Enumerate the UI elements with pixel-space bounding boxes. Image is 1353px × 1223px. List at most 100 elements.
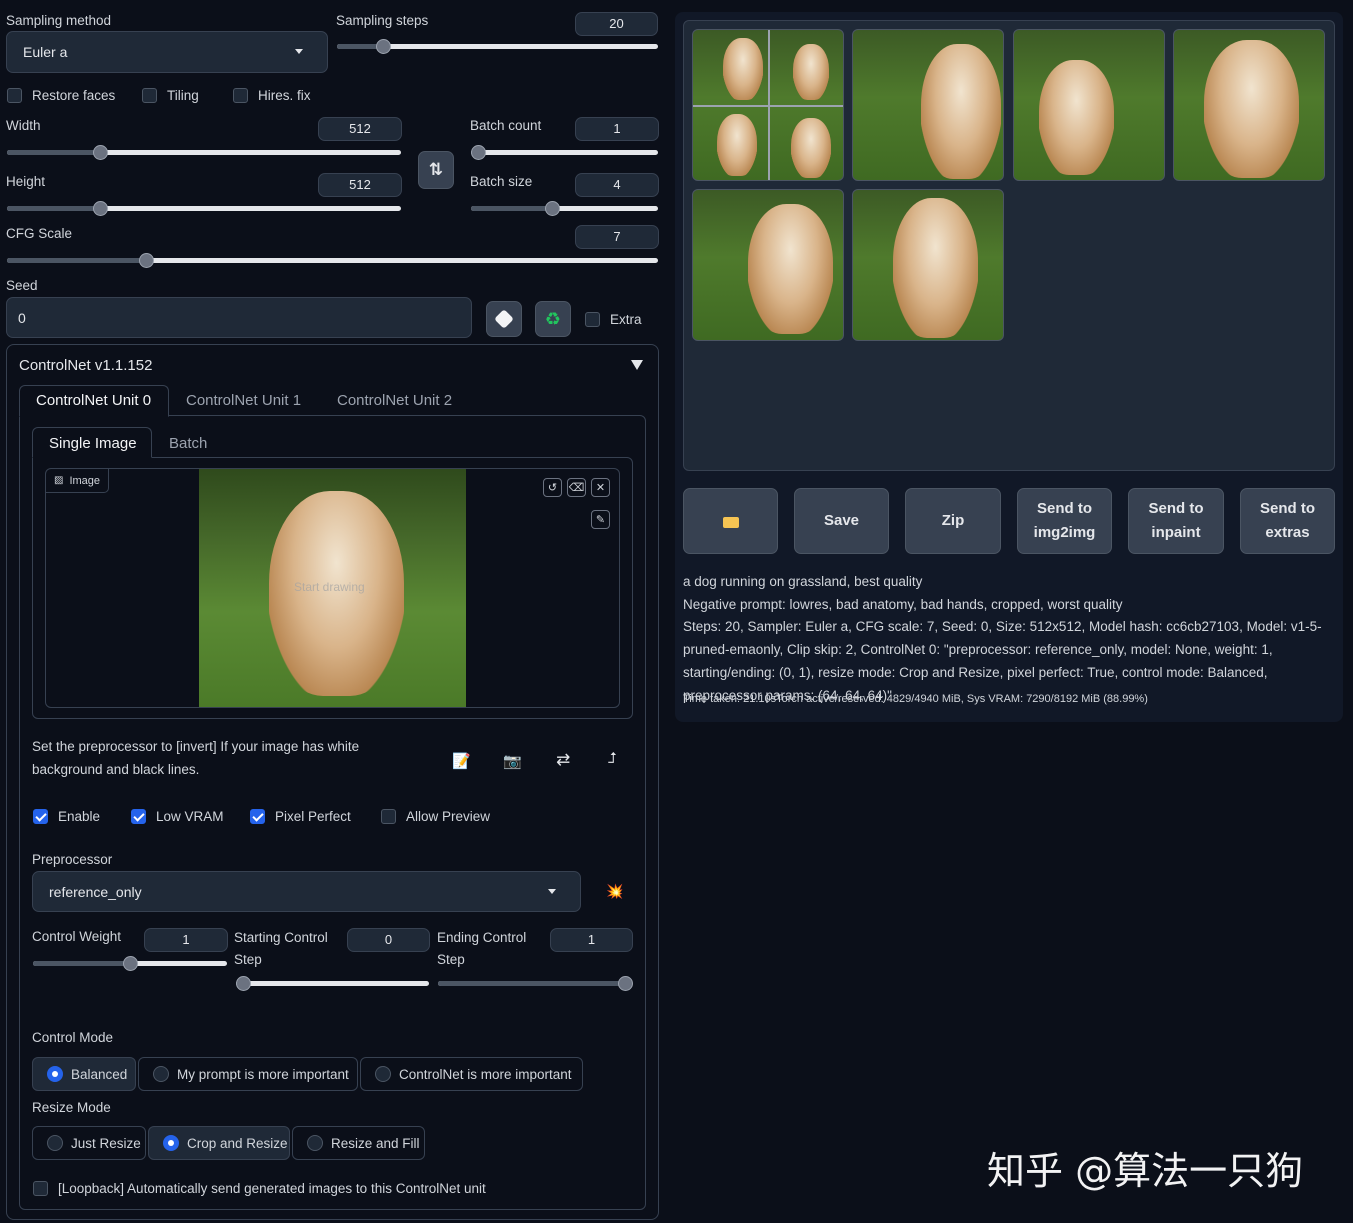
height-input[interactable]: 512 bbox=[318, 173, 402, 197]
control-weight-slider[interactable] bbox=[33, 956, 227, 971]
cfg-scale-input[interactable]: 7 bbox=[575, 225, 659, 249]
zip-button[interactable]: Zip bbox=[905, 488, 1001, 554]
batch-size-input[interactable]: 4 bbox=[575, 173, 659, 197]
restore-faces-checkbox[interactable]: Restore faces bbox=[7, 88, 115, 103]
open-folder-button[interactable] bbox=[683, 488, 778, 554]
close-icon[interactable]: ✕ bbox=[591, 478, 610, 497]
explosion-icon[interactable]: 💥 bbox=[606, 883, 623, 900]
generation-prompt: a dog running on grassland, best quality bbox=[683, 574, 923, 589]
low-vram-checkbox[interactable]: Low VRAM bbox=[131, 809, 224, 824]
width-input[interactable]: 512 bbox=[318, 117, 402, 141]
collapse-triangle-icon[interactable] bbox=[631, 360, 643, 370]
ending-control-step-label: Ending Control Step bbox=[437, 930, 527, 967]
swap-dimensions-button[interactable]: ⇅ bbox=[418, 151, 454, 189]
width-slider[interactable] bbox=[7, 145, 401, 160]
extra-label: Extra bbox=[610, 312, 642, 327]
slider-thumb[interactable] bbox=[123, 956, 138, 971]
gallery-thumbnail-1[interactable] bbox=[852, 29, 1004, 181]
allow-preview-checkbox[interactable]: Allow Preview bbox=[381, 809, 490, 824]
resize-mode-just-resize[interactable]: Just Resize bbox=[32, 1126, 146, 1160]
sampling-method-label: Sampling method bbox=[6, 13, 112, 28]
slider-thumb[interactable] bbox=[139, 253, 154, 268]
tab-controlnet-unit-1[interactable]: ControlNet Unit 1 bbox=[186, 392, 301, 409]
batch-count-input[interactable]: 1 bbox=[575, 117, 659, 141]
gallery-thumbnail-4[interactable] bbox=[692, 189, 844, 341]
height-label: Height bbox=[6, 174, 46, 189]
reuse-seed-button[interactable]: ♻ bbox=[535, 301, 571, 337]
loopback-checkbox[interactable]: [Loopback] Automatically send generated … bbox=[33, 1181, 486, 1196]
undo-icon[interactable]: ↺ bbox=[543, 478, 562, 497]
enable-label: Enable bbox=[58, 809, 101, 824]
height-slider[interactable] bbox=[7, 201, 401, 216]
width-label: Width bbox=[6, 118, 41, 133]
pixel-perfect-checkbox[interactable]: Pixel Perfect bbox=[250, 809, 351, 824]
resize-mode-crop-and-resize[interactable]: Crop and Resize bbox=[148, 1126, 290, 1160]
slider-thumb[interactable] bbox=[93, 145, 108, 160]
start-drawing-hint: Start drawing bbox=[294, 580, 365, 594]
random-seed-button[interactable] bbox=[486, 301, 522, 337]
slider-thumb[interactable] bbox=[236, 976, 251, 991]
starting-control-step-input[interactable]: 0 bbox=[347, 928, 430, 952]
tab-batch[interactable]: Batch bbox=[169, 435, 207, 452]
tiling-checkbox[interactable]: Tiling bbox=[142, 88, 199, 103]
send-to-inpaint-button[interactable]: Send to inpaint bbox=[1128, 488, 1224, 554]
starting-control-step-slider[interactable] bbox=[236, 976, 429, 991]
send-to-extras-button[interactable]: Send to extras bbox=[1240, 488, 1335, 554]
image-badge-label: Image bbox=[69, 474, 101, 487]
generation-negative-prompt: Negative prompt: lowres, bad anatomy, ba… bbox=[683, 597, 1123, 612]
sampling-steps-input[interactable]: 20 bbox=[575, 12, 658, 36]
ending-control-step-input[interactable]: 1 bbox=[550, 928, 633, 952]
batch-count-slider[interactable] bbox=[471, 145, 658, 160]
image-badge: ▨ Image bbox=[46, 469, 110, 493]
preprocessor-dropdown[interactable]: reference_only bbox=[32, 871, 581, 912]
sampling-steps-label: Sampling steps bbox=[336, 13, 429, 28]
brush-icon[interactable]: ✎ bbox=[591, 510, 610, 529]
slider-thumb[interactable] bbox=[471, 145, 486, 160]
preprocessor-hint: Set the preprocessor to [invert] If your… bbox=[32, 739, 360, 777]
control-mode-label: Control Mode bbox=[32, 1030, 114, 1045]
control-mode-controlnet[interactable]: ControlNet is more important bbox=[360, 1057, 583, 1091]
send-to-img2img-button[interactable]: Send to img2img bbox=[1017, 488, 1112, 554]
eraser-icon[interactable]: ⌫ bbox=[567, 478, 586, 497]
gallery-thumbnail-3[interactable] bbox=[1173, 29, 1325, 181]
ending-control-step-slider[interactable] bbox=[438, 976, 633, 991]
cfg-scale-label: CFG Scale bbox=[6, 226, 73, 241]
slider-thumb[interactable] bbox=[618, 976, 633, 991]
enable-checkbox[interactable]: Enable bbox=[33, 809, 100, 824]
batch-size-label: Batch size bbox=[470, 174, 533, 189]
save-button[interactable]: Save bbox=[794, 488, 889, 554]
slider-thumb[interactable] bbox=[545, 201, 560, 216]
chevron-down-icon bbox=[295, 49, 303, 54]
restore-faces-label: Restore faces bbox=[32, 88, 116, 103]
seed-input[interactable]: 0 bbox=[6, 297, 472, 338]
extra-seed-checkbox[interactable]: Extra bbox=[585, 312, 642, 327]
slider-thumb[interactable] bbox=[376, 39, 391, 54]
gallery-thumbnail-grid[interactable] bbox=[692, 29, 844, 181]
batch-count-label: Batch count bbox=[470, 118, 542, 133]
allow-preview-label: Allow Preview bbox=[406, 809, 491, 824]
control-weight-input[interactable]: 1 bbox=[144, 928, 228, 952]
starting-control-step-label: Starting Control Step bbox=[234, 930, 328, 967]
loopback-label: [Loopback] Automatically send generated … bbox=[58, 1181, 486, 1196]
hires-fix-checkbox[interactable]: Hires. fix bbox=[233, 88, 311, 103]
cfg-scale-slider[interactable] bbox=[7, 253, 658, 268]
swap-vertical-icon: ⇅ bbox=[428, 160, 444, 179]
camera-icon[interactable]: 📷 bbox=[503, 752, 522, 770]
control-mode-balanced[interactable]: Balanced bbox=[32, 1057, 136, 1091]
slider-thumb[interactable] bbox=[93, 201, 108, 216]
return-arrow-icon[interactable]: ⮥ bbox=[608, 750, 617, 767]
gallery-thumbnail-5[interactable] bbox=[852, 189, 1004, 341]
batch-size-slider[interactable] bbox=[471, 201, 658, 216]
control-mode-prompt[interactable]: My prompt is more important bbox=[138, 1057, 358, 1091]
notepad-icon[interactable]: 📝 bbox=[452, 752, 471, 770]
resize-mode-crop-label: Crop and Resize bbox=[187, 1135, 288, 1151]
control-mode-prompt-label: My prompt is more important bbox=[177, 1066, 349, 1082]
tab-controlnet-unit-2[interactable]: ControlNet Unit 2 bbox=[337, 392, 452, 409]
sampling-steps-slider[interactable] bbox=[337, 39, 658, 54]
gallery-thumbnail-2[interactable] bbox=[1013, 29, 1165, 181]
sampling-method-dropdown[interactable]: Euler a bbox=[6, 31, 328, 73]
resize-mode-resize-and-fill[interactable]: Resize and Fill bbox=[292, 1126, 425, 1160]
watermark: 知乎 @算法一只狗 bbox=[987, 1149, 1304, 1193]
swap-arrows-icon[interactable]: ⇄ bbox=[556, 750, 570, 770]
tiling-label: Tiling bbox=[167, 88, 199, 103]
